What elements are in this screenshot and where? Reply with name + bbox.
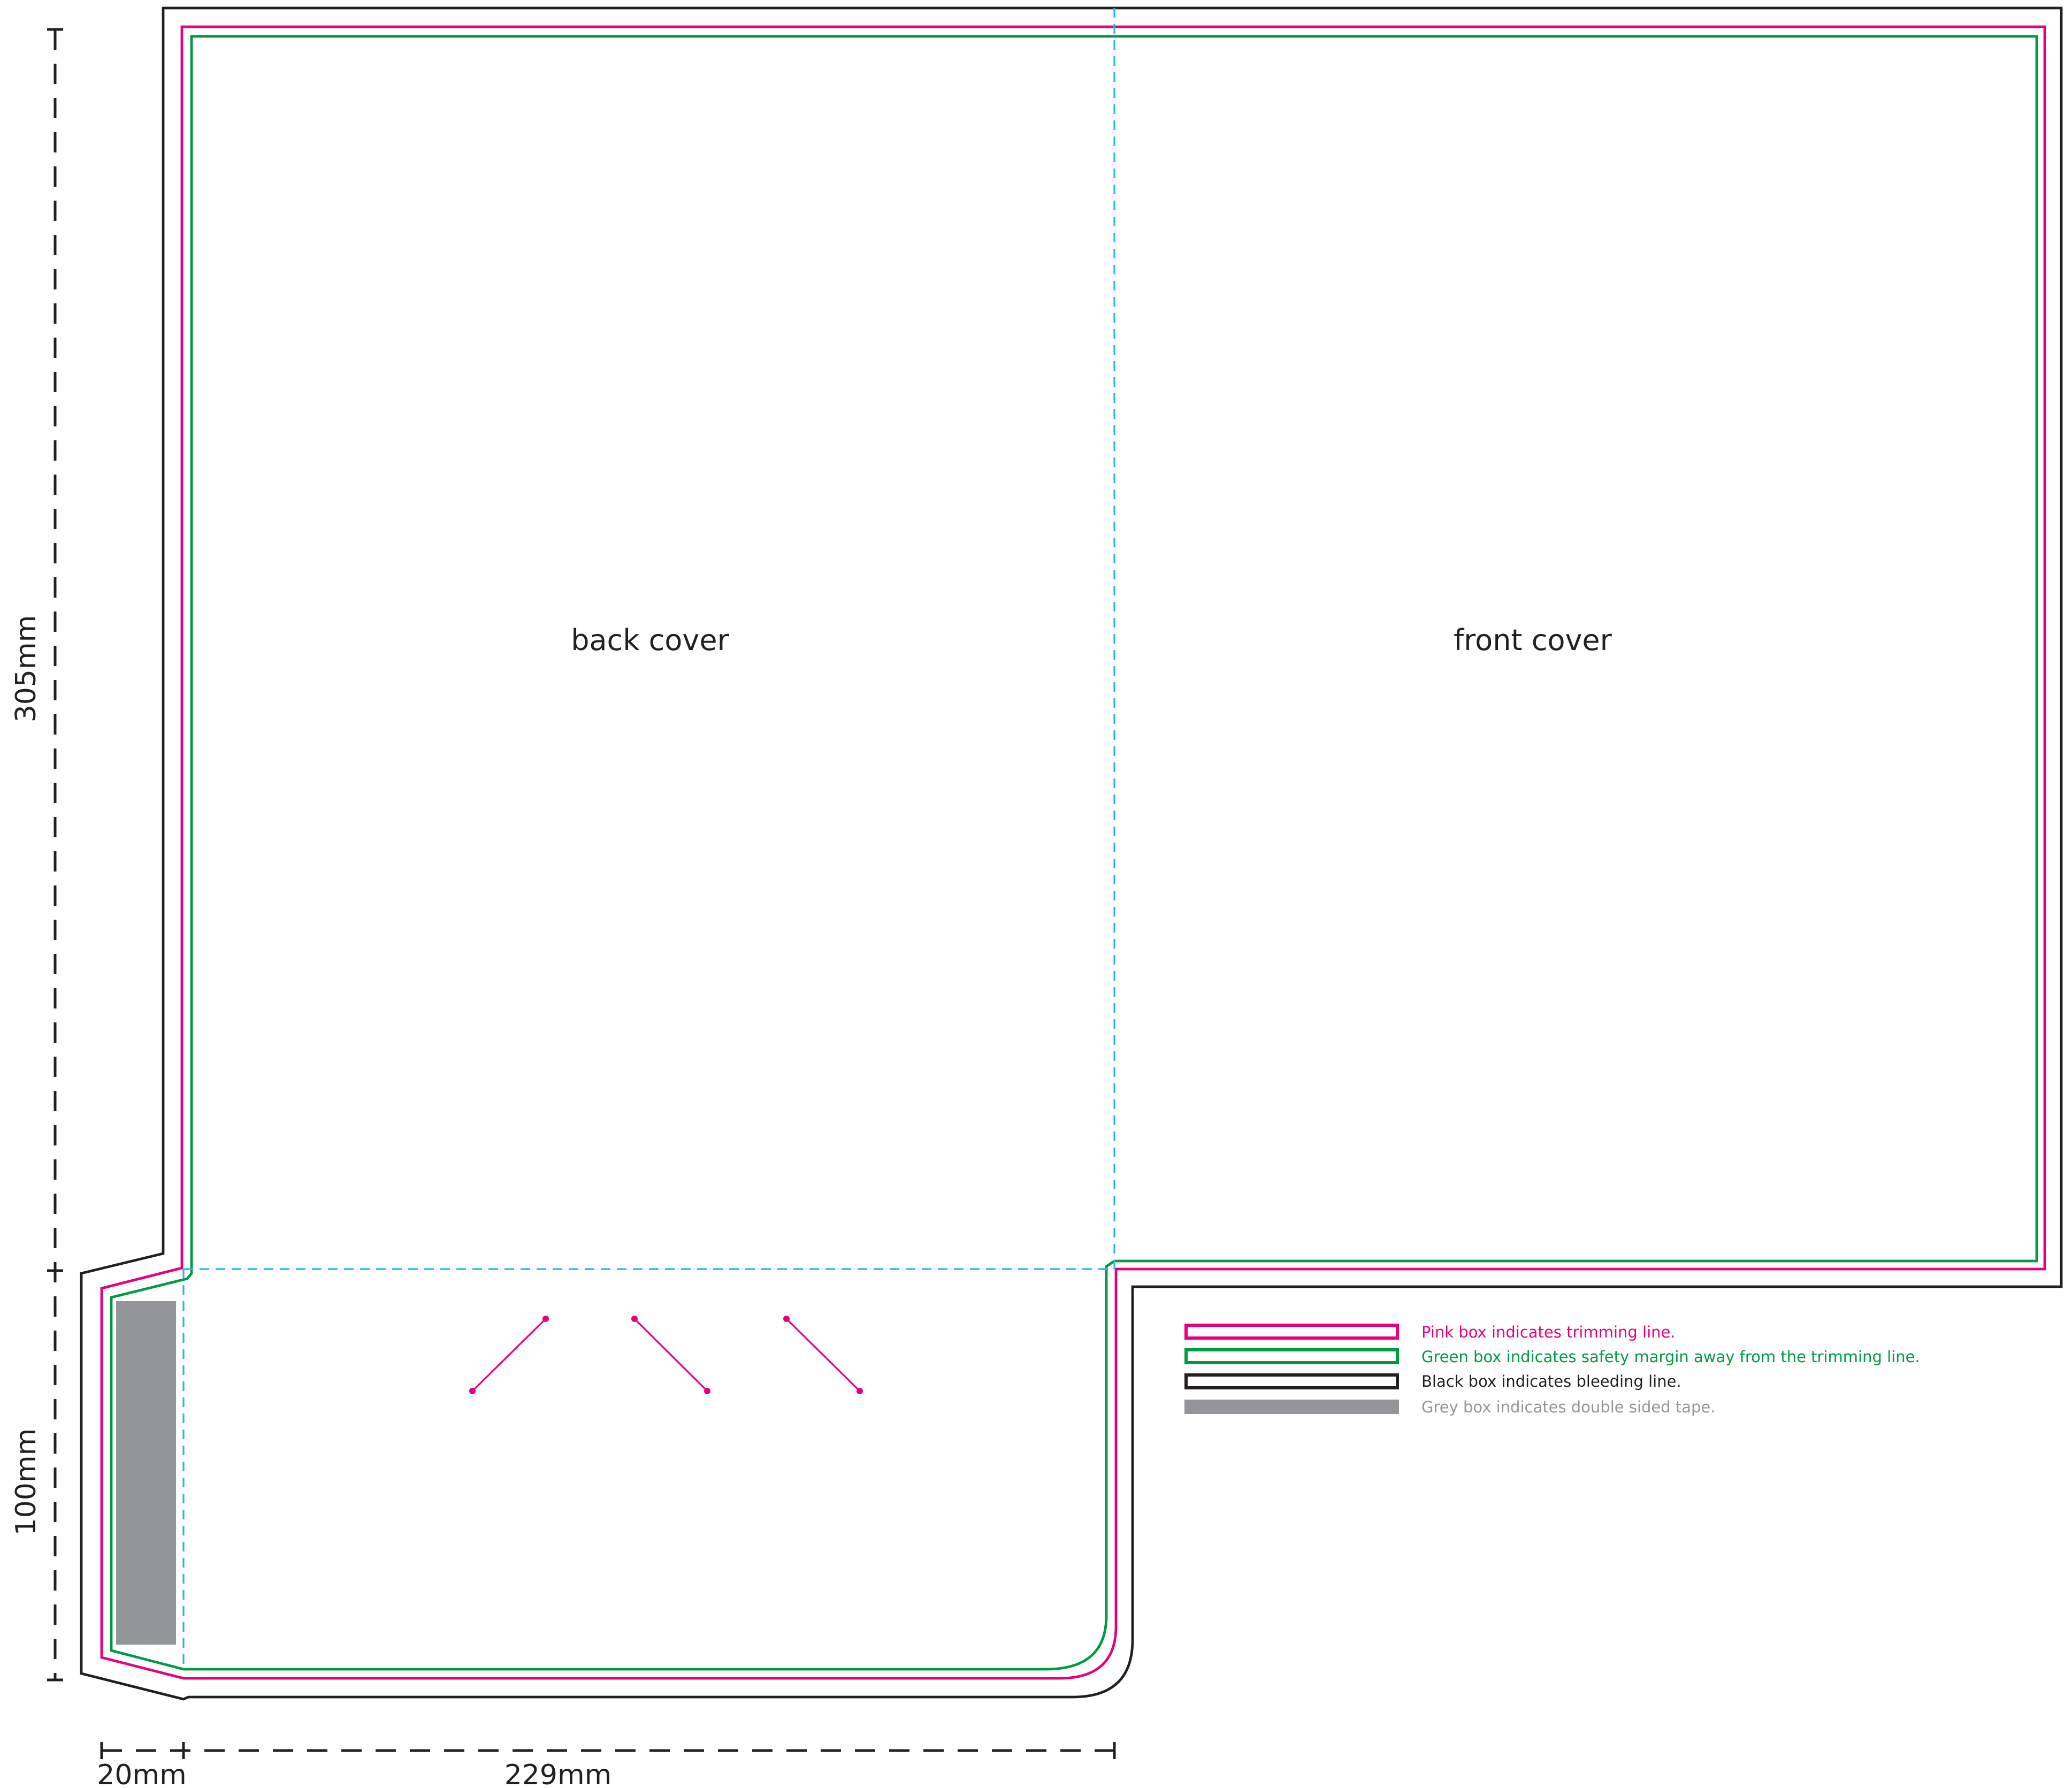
legend-text-grey: Grey box indicates double sided tape. [1421,1398,1716,1416]
vertical-dimension [47,28,63,1682]
card-slit-1-end [469,1388,476,1394]
legend-swatch-green [1184,1348,1399,1364]
trim-outline [100,25,2046,1680]
bleed-outline [80,6,2063,1701]
legend-swatch-pink [1184,1324,1399,1340]
card-slit-1-start [542,1316,549,1322]
legend-text-pink: Pink box indicates trimming line. [1421,1323,1676,1341]
card-slits [469,1316,863,1394]
card-slit-2-end [704,1388,710,1394]
card-slit-1 [471,1318,547,1392]
width-flap-label: 20mm [97,1759,186,1788]
horizontal-dimension [100,1742,1116,1759]
card-slit-3 [785,1318,861,1392]
width-panel-label: 229mm [504,1759,612,1788]
height-pocket-label: 100mm [10,1428,42,1536]
double-sided-tape [116,1301,176,1645]
legend: Pink box indicates trimming line. Green … [1184,1323,1920,1416]
legend-text-black: Black box indicates bleeding line. [1421,1372,1681,1390]
legend-text-green: Green box indicates safety margin away f… [1421,1348,1920,1366]
card-slit-2-start [631,1316,638,1322]
card-slit-3-end [857,1388,863,1394]
card-slit-3-start [783,1316,790,1322]
legend-swatch-grey [1184,1400,1399,1414]
front-cover-label: front cover [1454,623,1612,657]
card-slit-2 [633,1318,708,1392]
folder-template-diagram: back cover front cover 305mm 100mm 20mm … [10,6,2063,1788]
height-main-label: 305mm [10,615,42,723]
safety-outline [110,35,2038,1671]
legend-swatch-black [1184,1373,1399,1389]
back-cover-label: back cover [571,623,729,657]
